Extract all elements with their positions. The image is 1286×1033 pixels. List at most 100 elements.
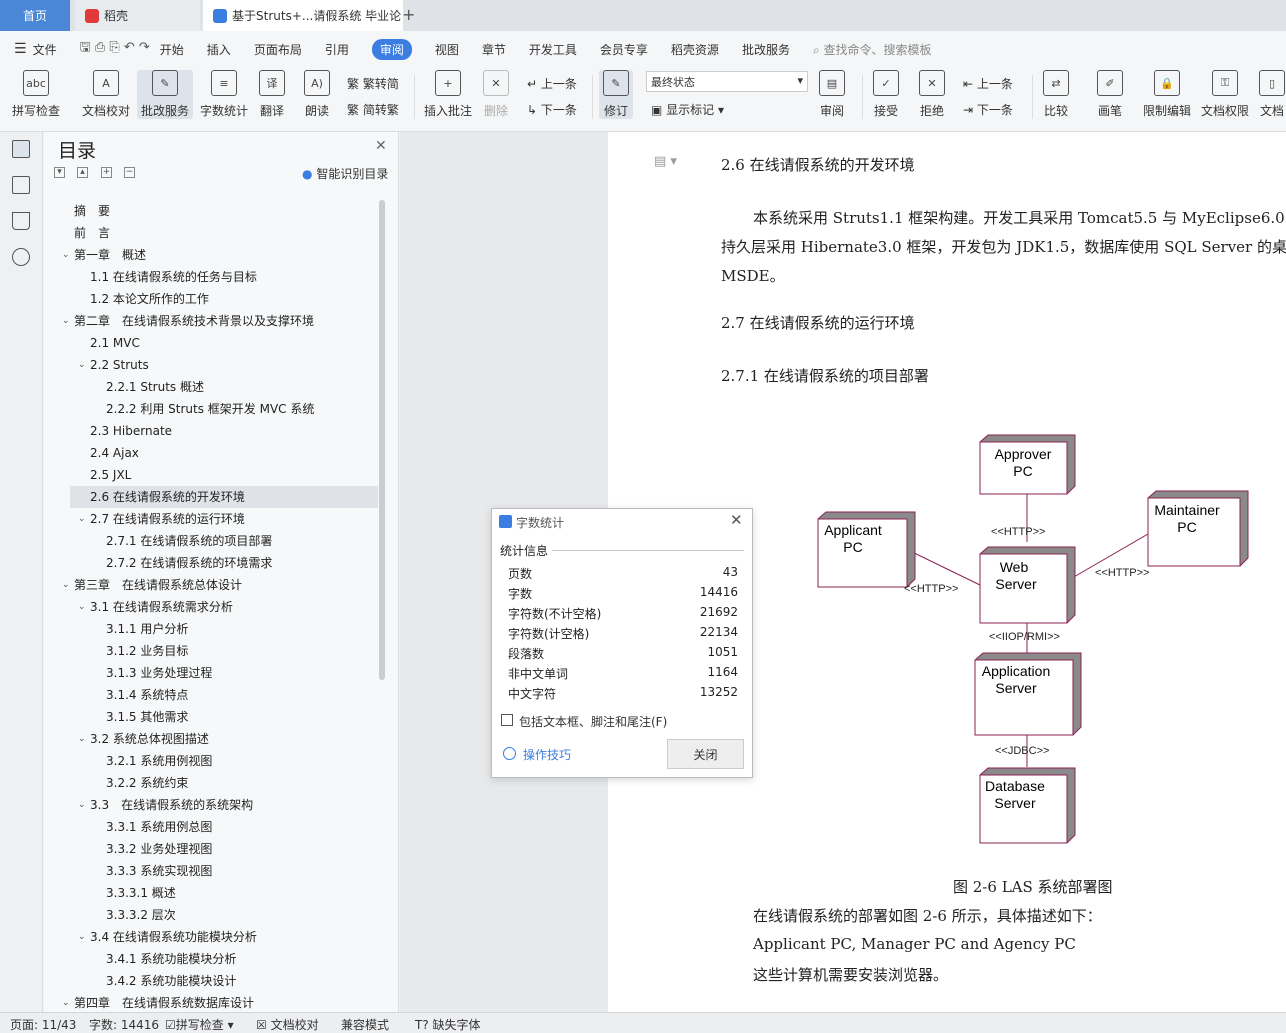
compare-button[interactable]: ⇄ 比较 <box>1043 70 1069 119</box>
review-pane-button[interactable]: ▤ 审阅 <box>819 70 845 119</box>
next-comment-button[interactable]: ↳ 下一条 <box>527 101 577 118</box>
toc-item[interactable]: ⌄ 第三章 在线请假系统总体设计 <box>62 574 378 596</box>
menu-review[interactable]: 审阅 <box>371 38 412 60</box>
menu-member[interactable]: 会员专享 <box>600 41 648 58</box>
toc-item[interactable]: 3.1.4 系统特点 <box>70 684 378 706</box>
toc-item[interactable]: 2.7.1 在线请假系统的项目部署 <box>70 530 378 552</box>
toc-item[interactable]: 2.3 Hibernate <box>70 420 378 442</box>
spell-check-status[interactable]: ☑拼写检查 ▾ <box>165 1016 234 1033</box>
read-aloud-button[interactable]: A) 朗读 <box>304 70 330 119</box>
delete-comment-button[interactable]: ✕ 删除 <box>483 70 509 119</box>
add-heading-icon[interactable]: + <box>101 167 112 178</box>
toc-item[interactable]: 2.1 MVC <box>70 332 378 354</box>
toc-item[interactable]: 3.2.2 系统约束 <box>70 772 378 794</box>
menu-file[interactable]: 文件 <box>33 41 57 58</box>
toc-item[interactable]: ⌄ 3.2 系统总体视图描述 <box>70 728 378 750</box>
toc-item[interactable]: 3.3.3.1 概述 <box>70 882 378 904</box>
toc-item[interactable]: 2.4 Ajax <box>70 442 378 464</box>
toc-item[interactable]: 3.1.1 用户分析 <box>70 618 378 640</box>
tab-daoke[interactable]: 稻壳 <box>75 0 200 31</box>
menu-insert[interactable]: 插入 <box>207 41 231 58</box>
toc-item[interactable]: 摘 要 <box>70 200 378 222</box>
toc-item[interactable]: ⌄ 第一章 概述 <box>62 244 378 266</box>
tab-document[interactable]: 基于Struts+...请假系统 毕业论 <box>203 0 403 31</box>
menu-layout[interactable]: 页面布局 <box>254 41 302 58</box>
menu-chapter[interactable]: 章节 <box>482 41 506 58</box>
collapse-icon[interactable]: ▾ <box>54 167 65 178</box>
paragraph-marker-icon[interactable]: ▤ ▾ <box>654 154 677 169</box>
toc-item[interactable]: 3.1.5 其他需求 <box>70 706 378 728</box>
toc-item[interactable]: 2.2.1 Struts 概述 <box>70 376 378 398</box>
correction-service-button[interactable]: ✎ 批改服务 <box>137 70 194 119</box>
toc-item[interactable]: 2.7.2 在线请假系统的环境需求 <box>70 552 378 574</box>
include-textbox-checkbox[interactable] <box>501 714 513 726</box>
toc-item[interactable]: ⌄ 2.2 Struts <box>70 354 378 376</box>
navigation-icon[interactable] <box>12 176 30 194</box>
toc-item[interactable]: 2.5 JXL <box>70 464 378 486</box>
toc-item[interactable]: 前 言 <box>70 222 378 244</box>
chevron-down-icon[interactable]: ⌄ <box>78 728 86 750</box>
doc-proof-button[interactable]: A 文档校对 <box>82 70 130 119</box>
smart-toc-button[interactable]: ● 智能识别目录 <box>302 165 388 182</box>
track-changes-button[interactable]: ✎ 修订 <box>599 70 633 119</box>
close-icon[interactable]: ✕ <box>730 511 743 529</box>
toc-item[interactable]: ⌄ 3.1 在线请假系统需求分析 <box>70 596 378 618</box>
menu-reference[interactable]: 引用 <box>325 41 349 58</box>
toc-scrollbar[interactable] <box>379 200 385 680</box>
doc-proof-status[interactable]: ☒ 文档校对 <box>256 1016 319 1033</box>
toc-item[interactable]: ⌄ 第二章 在线请假系统技术背景以及支撑环境 <box>62 310 378 332</box>
trad-to-simp-button[interactable]: 繁 繁转简 <box>347 75 399 92</box>
chevron-down-icon[interactable]: ⌄ <box>78 508 86 530</box>
chevron-down-icon[interactable]: ⌄ <box>62 992 70 1010</box>
quick-access-icons[interactable]: 🖫 ⎙ ⎘ ↶ ↷ <box>80 38 150 60</box>
toc-item[interactable]: 3.4.1 系统功能模块分析 <box>70 948 378 970</box>
prev-comment-button[interactable]: ↵ 上一条 <box>527 75 577 92</box>
search-icon[interactable] <box>12 248 30 266</box>
toc-item[interactable]: 3.1.3 业务处理过程 <box>70 662 378 684</box>
markup-state-select[interactable]: 最终状态 ▾ <box>646 71 808 92</box>
word-count-indicator[interactable]: 字数: 14416 <box>89 1016 159 1033</box>
toc-item[interactable]: ⌄ 3.3 在线请假系统的系统架构 <box>70 794 378 816</box>
menu-devtools[interactable]: 开发工具 <box>529 41 577 58</box>
doc-more-button[interactable]: ▯ 文档 <box>1259 70 1285 119</box>
menu-view[interactable]: 视图 <box>435 41 459 58</box>
bookmark-icon[interactable] <box>12 212 30 230</box>
close-button[interactable]: 关闭 <box>667 739 744 769</box>
chevron-down-icon[interactable]: ⌄ <box>78 926 86 948</box>
hamburger-icon[interactable]: ☰ <box>14 41 27 57</box>
doc-rights-button[interactable]: ⚿ 文档权限 <box>1201 70 1249 119</box>
translate-button[interactable]: 译翻译 <box>259 70 285 119</box>
menu-correction[interactable]: 批改服务 <box>742 41 790 58</box>
toc-item[interactable]: 3.4.2 系统功能模块设计 <box>70 970 378 992</box>
toc-item[interactable]: 3.2.1 系统用例视图 <box>70 750 378 772</box>
toc-item[interactable]: 3.3.3 系统实现视图 <box>70 860 378 882</box>
pen-button[interactable]: ✐ 画笔 <box>1097 70 1123 119</box>
page-indicator[interactable]: 页面: 11/43 <box>10 1016 76 1033</box>
chevron-down-icon[interactable]: ⌄ <box>62 574 70 596</box>
spell-check-button[interactable]: abc 拼写检查 <box>12 70 60 119</box>
accept-button[interactable]: ✓ 接受 <box>873 70 899 119</box>
chevron-down-icon[interactable]: ⌄ <box>62 244 70 266</box>
toc-item[interactable]: ⌄ 3.4 在线请假系统功能模块分析 <box>70 926 378 948</box>
next-change-button[interactable]: ⇥ 下一条 <box>963 101 1013 118</box>
toc-item[interactable]: 1.2 本论文所作的工作 <box>70 288 378 310</box>
new-tab-button[interactable]: + <box>402 5 415 24</box>
toc-icon[interactable] <box>12 140 30 158</box>
menu-daoke[interactable]: 稻壳资源 <box>671 41 719 58</box>
toc-item[interactable]: 2.2.2 利用 Struts 框架开发 MVC 系统 <box>70 398 378 420</box>
prev-change-button[interactable]: ⇤ 上一条 <box>963 75 1013 92</box>
expand-icon[interactable]: ▴ <box>77 167 88 178</box>
show-markup-button[interactable]: ▣ 显示标记 ▾ <box>651 101 724 118</box>
restrict-editing-button[interactable]: 🔒 限制编辑 <box>1143 70 1191 119</box>
search-command[interactable]: ⌕ 查找命令、搜索模板 <box>813 41 932 58</box>
toc-item[interactable]: 3.1.2 业务目标 <box>70 640 378 662</box>
missing-font-status[interactable]: T? 缺失字体 <box>415 1016 481 1033</box>
chevron-down-icon[interactable]: ⌄ <box>78 794 86 816</box>
word-count-button[interactable]: ≡ 字数统计 <box>200 70 248 119</box>
remove-heading-icon[interactable]: − <box>124 167 135 178</box>
toc-item[interactable]: 3.3.2 业务处理视图 <box>70 838 378 860</box>
toc-item[interactable]: 3.3.3.2 层次 <box>70 904 378 926</box>
toc-item[interactable]: 2.6 在线请假系统的开发环境 <box>70 486 378 508</box>
simp-to-trad-button[interactable]: 繁 简转繁 <box>347 101 399 118</box>
tab-home[interactable]: 首页 <box>0 0 70 31</box>
